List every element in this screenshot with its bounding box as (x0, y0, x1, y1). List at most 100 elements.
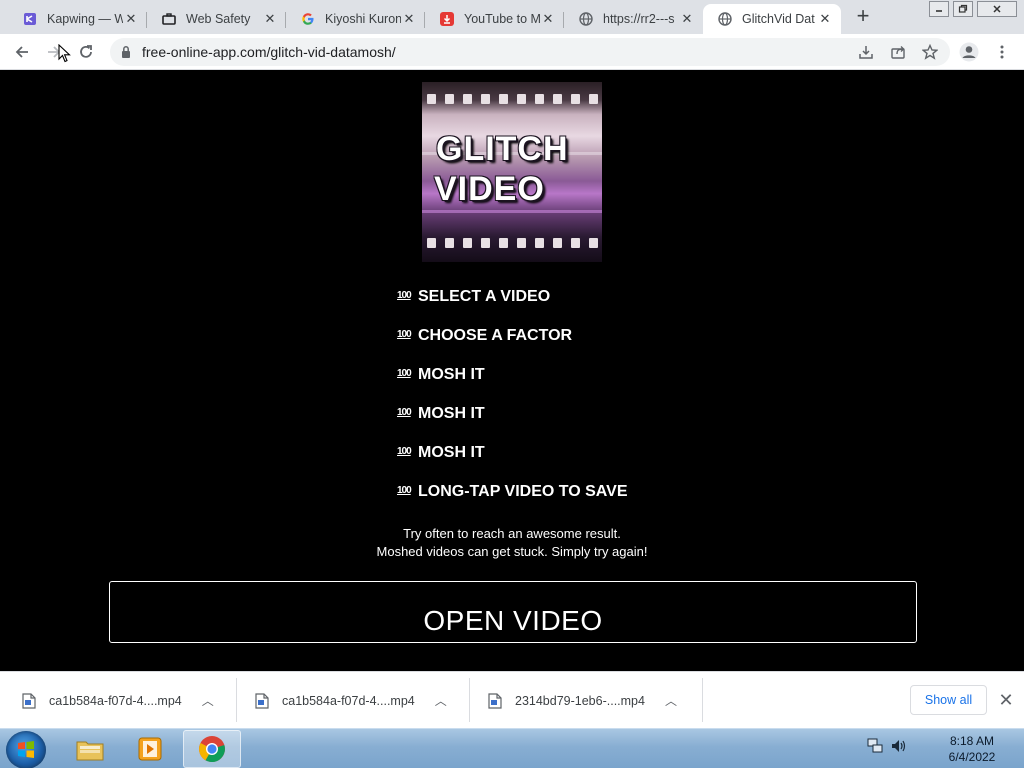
open-video-button[interactable]: OPEN VIDEO (109, 581, 917, 643)
tab-title: Web Safety (186, 12, 251, 26)
step-item: 100 SELECT A VIDEO (397, 288, 628, 327)
tab-web-safety[interactable]: Web Safety ✕ (147, 4, 286, 34)
windows-taskbar: 8:18 AM 6/4/2022 (0, 728, 1024, 768)
file-explorer-taskbar-icon[interactable] (61, 730, 119, 768)
step-label: MOSH IT (418, 444, 485, 461)
hundred-points-icon: 100 (397, 368, 412, 379)
tab-title: https://rr2---s (603, 12, 675, 26)
clock-date: 6/4/2022 (948, 750, 996, 764)
open-video-label: OPEN VIDEO (423, 605, 603, 636)
step-item: 100 MOSH IT (397, 366, 628, 405)
logo-line-1: GLITCH (436, 130, 569, 168)
close-window-icon[interactable] (977, 1, 1017, 17)
hundred-points-icon: 100 (397, 485, 412, 496)
start-orb-icon[interactable] (6, 731, 46, 768)
globe-icon (578, 11, 594, 27)
tab-close-icon[interactable]: ✕ (123, 11, 139, 27)
note-line-2: Moshed videos can get stuck. Simply try … (376, 544, 648, 559)
system-clock[interactable]: 8:18 AM 6/4/2022 (934, 733, 1010, 765)
browser-toolbar: free-online-app.com/glitch-vid-datamosh/ (0, 34, 1024, 70)
hundred-points-icon: 100 (397, 290, 412, 301)
download-filename: ca1b584a-f07d-4....mp4 (282, 693, 415, 708)
video-file-icon (255, 692, 269, 709)
tab-title: GlitchVid Dat (742, 12, 815, 26)
download-separator (469, 678, 470, 722)
download-separator (702, 678, 703, 722)
logo-line-2: VIDEO (434, 170, 545, 208)
restore-icon[interactable] (953, 1, 973, 17)
close-download-bar-icon[interactable]: ✕ (996, 690, 1016, 710)
address-bar[interactable]: free-online-app.com/glitch-vid-datamosh/ (110, 38, 950, 66)
volume-tray-icon[interactable] (890, 737, 908, 755)
menu-kebab-icon[interactable] (990, 40, 1014, 64)
step-item: 100 MOSH IT (397, 444, 628, 483)
step-label: CHOOSE A FACTOR (418, 327, 573, 344)
download-bar: ca1b584a-f07d-4....mp4 ︿ ca1b584a-f07d-4… (0, 671, 1024, 728)
tab-close-icon[interactable]: ✕ (817, 11, 833, 27)
tab-title: Kapwing — W (47, 12, 123, 26)
tab-kiyoshi[interactable]: Kiyoshi Kuron ✕ (286, 4, 425, 34)
video-file-icon (22, 692, 36, 709)
tab-close-icon[interactable]: ✕ (540, 11, 556, 27)
tab-kapwing[interactable]: Kapwing — W ✕ (8, 4, 147, 34)
step-label: MOSH IT (418, 405, 485, 422)
download-filename: ca1b584a-f07d-4....mp4 (49, 693, 182, 708)
step-item: 100 CHOOSE A FACTOR (397, 327, 628, 366)
step-label: MOSH IT (418, 366, 485, 383)
kapwing-icon (22, 11, 38, 27)
tab-strip: Kapwing — W ✕ Web Safety ✕ Kiyoshi Kuron… (0, 0, 1024, 34)
profile-avatar-icon[interactable] (957, 40, 981, 64)
url-text: free-online-app.com/glitch-vid-datamosh/ (142, 44, 396, 60)
tab-close-icon[interactable]: ✕ (679, 11, 695, 27)
screen: Kapwing — W ✕ Web Safety ✕ Kiyoshi Kuron… (0, 0, 1024, 768)
tab-glitchvid[interactable]: GlitchVid Dat ✕ (703, 4, 841, 34)
minimize-icon[interactable] (929, 1, 949, 17)
hundred-points-icon: 100 (397, 407, 412, 418)
download-item[interactable]: ca1b584a-f07d-4....mp4 ︿ (22, 672, 214, 729)
film-sprockets (422, 236, 602, 250)
chevron-up-icon[interactable]: ︿ (435, 692, 447, 709)
download-item[interactable]: ca1b584a-f07d-4....mp4 ︿ (255, 672, 447, 729)
bookmark-star-icon[interactable] (918, 40, 942, 64)
briefcase-icon (161, 11, 177, 27)
download-item[interactable]: 2314bd79-1eb6-....mp4 ︿ (488, 672, 677, 729)
download-red-icon (439, 11, 455, 27)
media-player-taskbar-icon[interactable] (121, 730, 179, 768)
download-filename: 2314bd79-1eb6-....mp4 (515, 693, 645, 708)
hundred-points-icon: 100 (397, 329, 412, 340)
tab-youtube-to-mp3[interactable]: YouTube to M ✕ (425, 4, 564, 34)
tab-title: Kiyoshi Kuron (325, 12, 401, 26)
mouse-cursor-icon (58, 44, 71, 63)
step-item: 100 MOSH IT (397, 405, 628, 444)
chevron-up-icon[interactable]: ︿ (665, 692, 677, 709)
tab-close-icon[interactable]: ✕ (262, 11, 278, 27)
step-label: SELECT A VIDEO (418, 288, 551, 305)
step-label: LONG-TAP VIDEO TO SAVE (418, 483, 628, 500)
step-item: 100 LONG-TAP VIDEO TO SAVE (397, 483, 628, 522)
tab-title: YouTube to M (464, 12, 540, 26)
instructions-text: Try often to reach an awesome result. Mo… (0, 525, 1024, 561)
page-content: GLITCH VIDEO 100 SELECT A VIDEO 100 CHOO… (0, 70, 1024, 671)
back-arrow-icon[interactable] (10, 40, 34, 64)
glitch-video-logo: GLITCH VIDEO (422, 82, 602, 262)
film-sprockets (422, 92, 602, 106)
globe-icon (717, 11, 733, 27)
steps-list: 100 SELECT A VIDEO 100 CHOOSE A FACTOR 1… (397, 288, 628, 522)
chevron-up-icon[interactable]: ︿ (202, 692, 214, 709)
network-tray-icon[interactable] (866, 737, 884, 755)
google-icon (300, 11, 316, 27)
show-all-button[interactable]: Show all (910, 685, 987, 715)
new-tab-plus-icon[interactable]: + (852, 5, 874, 28)
video-file-icon (488, 692, 502, 709)
clock-time: 8:18 AM (949, 734, 995, 748)
download-separator (236, 678, 237, 722)
lock-icon[interactable] (120, 45, 132, 64)
chrome-taskbar-icon[interactable] (183, 730, 241, 768)
install-app-icon[interactable] (854, 40, 878, 64)
tab-rr2[interactable]: https://rr2---s ✕ (564, 4, 703, 34)
reload-icon[interactable] (74, 40, 98, 64)
note-line-1: Try often to reach an awesome result. (403, 526, 621, 541)
tab-close-icon[interactable]: ✕ (401, 11, 417, 27)
hundred-points-icon: 100 (397, 446, 412, 457)
share-icon[interactable] (886, 40, 910, 64)
